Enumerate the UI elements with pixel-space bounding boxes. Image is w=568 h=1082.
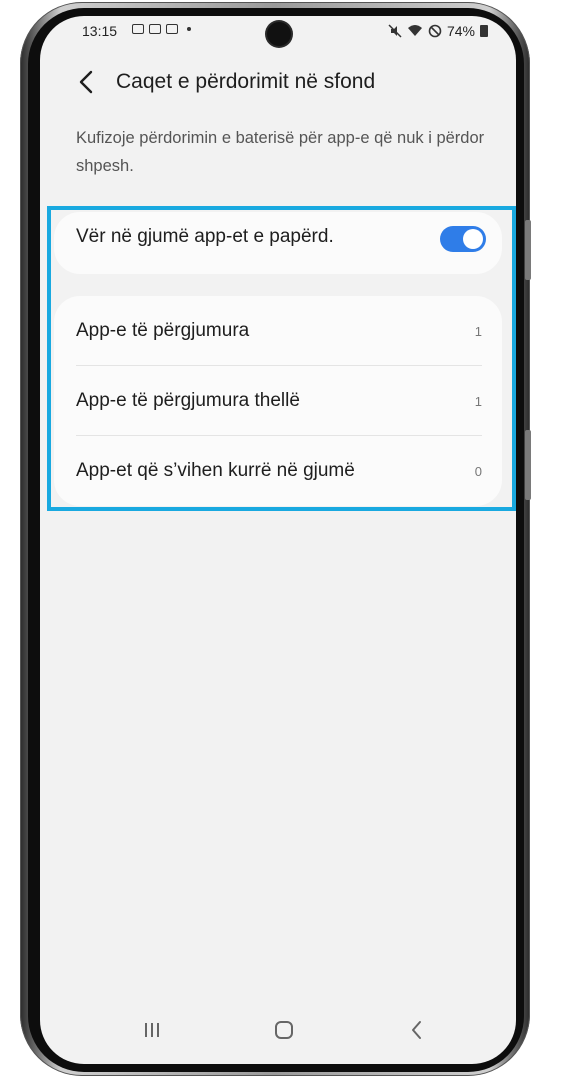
navigation-bar <box>40 1010 516 1050</box>
toggle-knob <box>463 229 483 249</box>
list-item-count: 1 <box>474 324 482 339</box>
image-icon <box>132 24 144 34</box>
screen: 13:15 74% Caqet e përdorimit në sfond Ku… <box>40 16 516 1064</box>
volume-button <box>525 220 531 280</box>
list-item-deep-sleeping-apps[interactable]: App-e të përgjumura thellë 1 <box>54 366 502 436</box>
list-item-label: App-et që s’vihen kurrë në gjumë <box>76 460 355 481</box>
mail-icon <box>149 24 161 34</box>
back-icon <box>412 1021 421 1039</box>
list-item-label: App-e të përgjumura <box>76 320 250 341</box>
status-right-icons: 74% <box>388 23 488 39</box>
app-lists-card: App-e të përgjumura 1 App-e të përgjumur… <box>54 296 502 506</box>
home-icon <box>275 1021 293 1039</box>
power-button <box>525 430 531 500</box>
battery-icon <box>480 25 488 37</box>
chevron-left-icon <box>79 70 93 94</box>
status-time: 13:15 <box>82 23 118 39</box>
list-item-never-sleeping-apps[interactable]: App-et që s’vihen kurrë në gjumë 0 <box>54 436 502 506</box>
page-description: Kufizoje përdorimin e baterisë për app-e… <box>76 129 485 175</box>
back-button[interactable] <box>70 64 106 100</box>
recent-apps-icon <box>145 1023 159 1037</box>
dnd-icon <box>428 24 442 38</box>
list-item-count: 0 <box>474 464 482 479</box>
app-bar: Caqet e përdorimit në sfond <box>40 64 516 104</box>
sleep-unused-apps-card[interactable]: Vër në gjumë app-et e papërd. <box>54 212 502 274</box>
sleep-unused-apps-toggle[interactable] <box>440 226 486 252</box>
front-camera <box>267 22 291 46</box>
sleep-unused-apps-label: Vër në gjumë app-et e papërd. <box>76 226 334 247</box>
notification-dot-icon <box>187 27 191 31</box>
list-item-sleeping-apps[interactable]: App-e të përgjumura 1 <box>54 296 502 366</box>
message-icon <box>166 24 178 34</box>
list-item-label: App-e të përgjumura thellë <box>76 390 300 411</box>
home-button[interactable] <box>269 1016 299 1044</box>
status-bar: 13:15 74% <box>40 16 516 48</box>
status-left-icons <box>132 24 191 34</box>
recent-apps-button[interactable] <box>137 1016 167 1044</box>
page-title: Caqet e përdorimit në sfond <box>116 70 376 93</box>
nav-back-button[interactable] <box>402 1016 432 1044</box>
battery-percent: 74% <box>446 23 475 39</box>
list-item-count: 1 <box>474 394 482 409</box>
wifi-icon <box>407 25 422 36</box>
mute-icon <box>388 24 402 38</box>
